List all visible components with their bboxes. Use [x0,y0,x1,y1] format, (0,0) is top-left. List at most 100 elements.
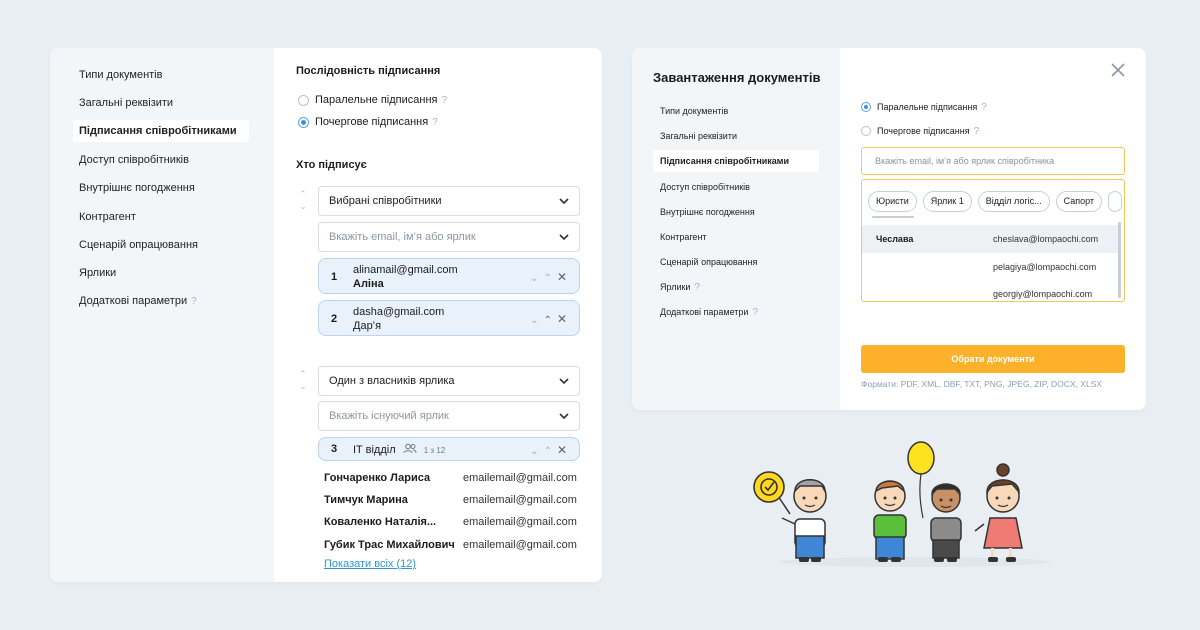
person-email: emailemail@gmail.com [463,516,577,528]
label-chip[interactable]: Сапорт [1055,191,1103,212]
signer-controls: ⌄⌃✕ [530,312,567,326]
radio-circle[interactable] [861,126,871,136]
chevron-down-icon [559,234,569,241]
kid-3 [930,483,962,562]
person-name: Коваленко Наталія... [324,516,437,528]
show-all-link[interactable]: Показати всіх (12) [324,558,416,570]
help-icon[interactable]: ? [752,307,758,318]
left-main: Послідовність підписання Паралельне підп… [274,48,602,582]
signer-card[interactable]: 2 dasha@gmail.com Дар’я ⌄⌃✕ [318,300,580,336]
label-search-select[interactable]: Вкажіть існуючий ярлик [318,401,580,431]
radio-parallel[interactable]: Паралельне підписання ? [298,92,447,108]
upload-documents-dialog: Завантаження документів Типи документів … [632,48,1146,410]
kids-illustration [753,441,1050,567]
dialog-title: Завантаження документів [653,70,821,85]
sidebar-item-internal-approval[interactable]: Внутрішнє погодження [653,201,819,223]
label-chip[interactable]: Відділ логіс... [977,191,1050,212]
signer-type-select[interactable]: Вибрані співробітники [318,186,580,216]
balloon-icon [907,441,935,519]
move-up-icon[interactable]: ⌃ [544,446,557,457]
help-icon[interactable]: ? [981,102,987,113]
sidebar-item-scenario[interactable]: Сценарій опрацювання [73,234,249,256]
sidebar-item-general[interactable]: Загальні реквізити [653,125,819,147]
search-dropdown: Юристи Ярлик 1 Відділ логіс... Сапорт Че… [861,179,1125,302]
chevron-down-icon [559,198,569,205]
label-chip[interactable]: Юристи [868,191,917,212]
label-chip-partial[interactable] [1108,191,1123,212]
radio-circle-selected[interactable] [861,102,871,112]
label-chip[interactable]: Ярлик 1 [922,191,972,212]
person-name: Тимчук Марина [324,494,408,506]
formats-note: Формати: PDF, XML, DBF, TXT, PNG, JPEG, … [861,379,1103,389]
dropdown-row[interactable]: georgiy@lompaochi.com [862,280,1120,301]
reorder-arrows[interactable]: ⌃ ⌄ [297,368,309,392]
person-email: emailemail@gmail.com [463,494,577,506]
left-sidebar: Типи документів Загальні реквізити Підпи… [50,48,274,582]
close-icon[interactable] [1111,63,1125,77]
sidebar-item-doc-types[interactable]: Типи документів [653,100,819,122]
label-card[interactable]: 3 IT відділ 1 з 12 ⌄⌃✕ [318,437,580,461]
dropdown-row[interactable]: Чеслава cheslava@lompaochi.com [862,225,1120,253]
move-down-icon[interactable]: ⌄ [530,446,543,457]
radio-sequential[interactable]: Почергове підписання ? [861,124,979,138]
sidebar-item-labels[interactable]: Ярлики [73,262,249,284]
group-icon [403,443,417,454]
help-icon[interactable]: ? [432,117,438,128]
kid-1 [781,479,827,562]
person-email: emailemail@gmail.com [463,472,577,484]
signer-controls: ⌄⌃✕ [530,270,567,284]
signer-type-select[interactable]: Один з власників ярлика [318,366,580,396]
move-up-icon[interactable]: ⌃ [544,273,557,284]
help-icon[interactable]: ? [974,126,980,137]
label-chips: Юристи Ярлик 1 Відділ логіс... Сапорт [868,191,1123,212]
person-email: emailemail@gmail.com [463,539,577,551]
chevron-up-icon[interactable]: ⌃ [297,188,309,200]
move-up-icon[interactable]: ⌃ [544,315,557,326]
help-icon[interactable]: ? [191,296,197,307]
sidebar-item-counterparty[interactable]: Контрагент [653,226,819,248]
sidebar-item-doc-types[interactable]: Типи документів [73,64,249,86]
sidebar-item-counterparty[interactable]: Контрагент [73,206,249,228]
sidebar-item-employee-signing[interactable]: Підписання співробітниками [73,120,249,142]
vertical-scrollbar[interactable] [1118,222,1121,298]
horizontal-scrollbar[interactable] [872,216,914,218]
sequence-heading: Послідовність підписання [296,65,441,77]
count-badge: 1 з 12 [423,446,446,455]
person-name: Губик Трас Михайлович [324,539,455,551]
signing-settings-panel: Типи документів Загальні реквізити Підпи… [50,48,602,582]
choose-documents-button[interactable]: Обрати документи [861,345,1125,373]
radio-circle[interactable] [298,94,309,106]
kid-2 [873,480,907,562]
signer-controls: ⌄⌃✕ [530,443,567,457]
right-sidebar: Завантаження документів Типи документів … [632,48,840,410]
chevron-up-icon[interactable]: ⌃ [297,368,309,380]
employee-search-input[interactable]: Вкажіть email, ім’я або ярлик співробітн… [861,147,1125,175]
right-main: Паралельне підписання ? Почергове підпис… [840,48,1146,410]
signer-card[interactable]: 1 alinamail@gmail.com Аліна ⌄⌃✕ [318,258,580,294]
close-icon[interactable]: ✕ [557,270,567,284]
sidebar-item-scenario[interactable]: Сценарій опрацювання [653,251,819,273]
sidebar-item-extra-params[interactable]: Додаткові параметри? [653,301,819,323]
chevron-down-icon[interactable]: ⌄ [297,200,309,212]
help-icon[interactable]: ? [694,282,700,293]
radio-sequential[interactable]: Почергове підписання ? [298,114,438,130]
help-icon[interactable]: ? [441,95,447,106]
move-down-icon[interactable]: ⌄ [530,315,543,326]
close-icon[interactable]: ✕ [557,312,567,326]
radio-circle-selected[interactable] [298,116,309,128]
signer-search-select[interactable]: Вкажіть email, ім’я або ярлик [318,222,580,252]
chevron-down-icon[interactable]: ⌄ [297,380,309,392]
sidebar-item-employee-access[interactable]: Доступ співробітників [73,149,249,171]
sidebar-item-internal-approval[interactable]: Внутрішнє погодження [73,177,249,199]
sidebar-item-employee-access[interactable]: Доступ співробітників [653,176,819,198]
sidebar-item-general[interactable]: Загальні реквізити [73,92,249,114]
close-icon[interactable]: ✕ [557,443,567,457]
move-down-icon[interactable]: ⌄ [530,273,543,284]
dropdown-row[interactable]: pelagiya@lompaochi.com [862,253,1120,281]
sidebar-item-employee-signing[interactable]: Підписання співробітниками [653,150,819,172]
chevron-down-icon [559,378,569,385]
radio-parallel[interactable]: Паралельне підписання ? [861,100,987,114]
sidebar-item-labels[interactable]: Ярлики? [653,276,819,298]
sidebar-item-extra-params[interactable]: Додаткові параметри? [73,290,249,312]
reorder-arrows[interactable]: ⌃ ⌄ [297,188,309,212]
